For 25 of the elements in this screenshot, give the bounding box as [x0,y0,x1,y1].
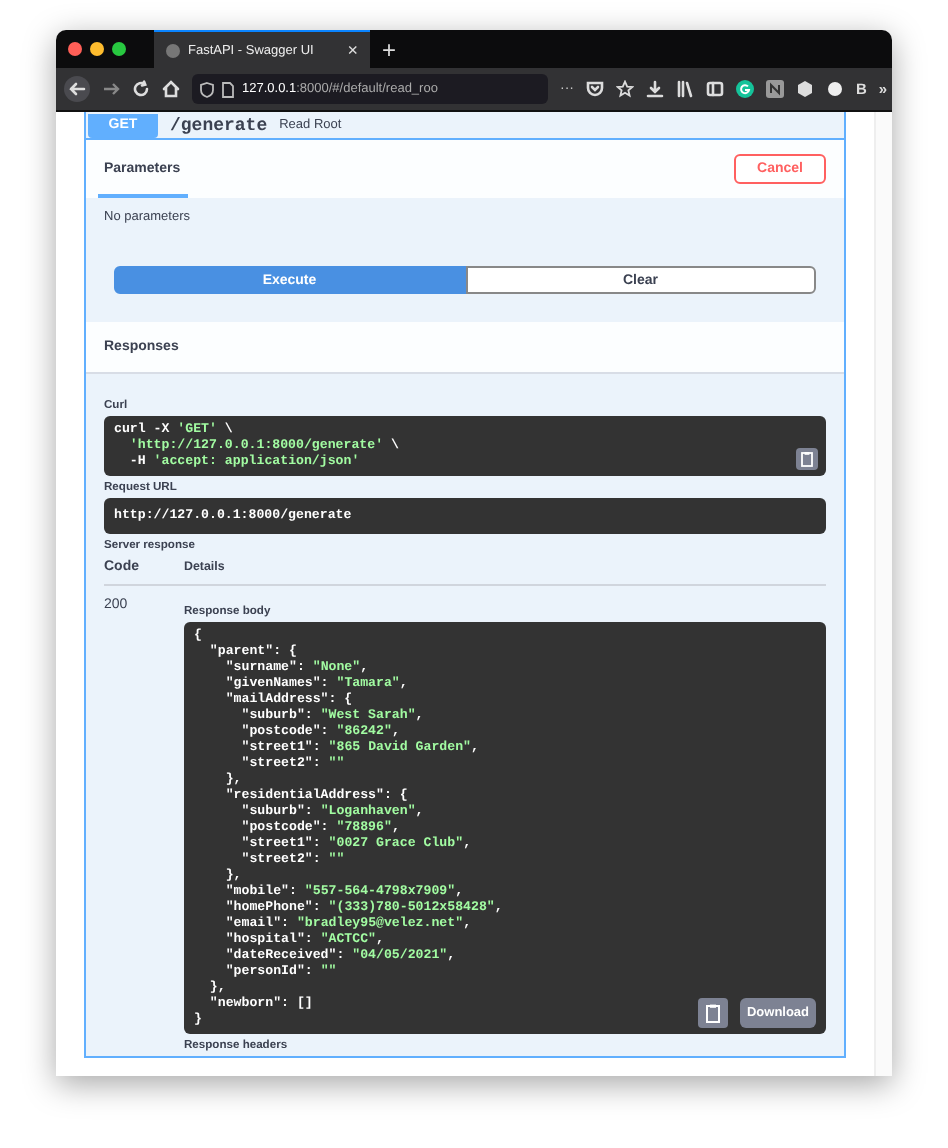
star-icon[interactable] [616,80,634,98]
favicon-icon [166,43,180,57]
endpoint-path[interactable]: /generate [170,115,268,135]
shield-icon [200,81,214,97]
pocket-icon[interactable] [586,80,604,98]
close-window-icon[interactable] [68,42,82,56]
copy-icon[interactable] [698,998,728,1028]
download-icon[interactable] [646,80,664,98]
forward-icon[interactable] [102,80,120,98]
sidebar-icon[interactable] [706,80,724,98]
minimize-window-icon[interactable] [90,42,104,56]
extension-square-icon[interactable] [766,80,784,98]
extension-circle-icon[interactable] [826,80,844,98]
home-icon[interactable] [162,80,180,98]
library-icon[interactable] [676,80,694,98]
extension-g-icon[interactable] [736,80,754,98]
new-tab-icon[interactable]: + [382,37,397,61]
page-icon [222,81,234,97]
active-tab-underline [98,194,188,198]
back-icon[interactable] [64,76,90,102]
copy-icon[interactable] [796,448,818,470]
close-tab-icon[interactable]: × [347,41,358,59]
extension-hexagon-icon[interactable] [796,80,814,98]
reload-icon[interactable] [132,80,150,98]
maximize-window-icon[interactable] [112,42,126,56]
